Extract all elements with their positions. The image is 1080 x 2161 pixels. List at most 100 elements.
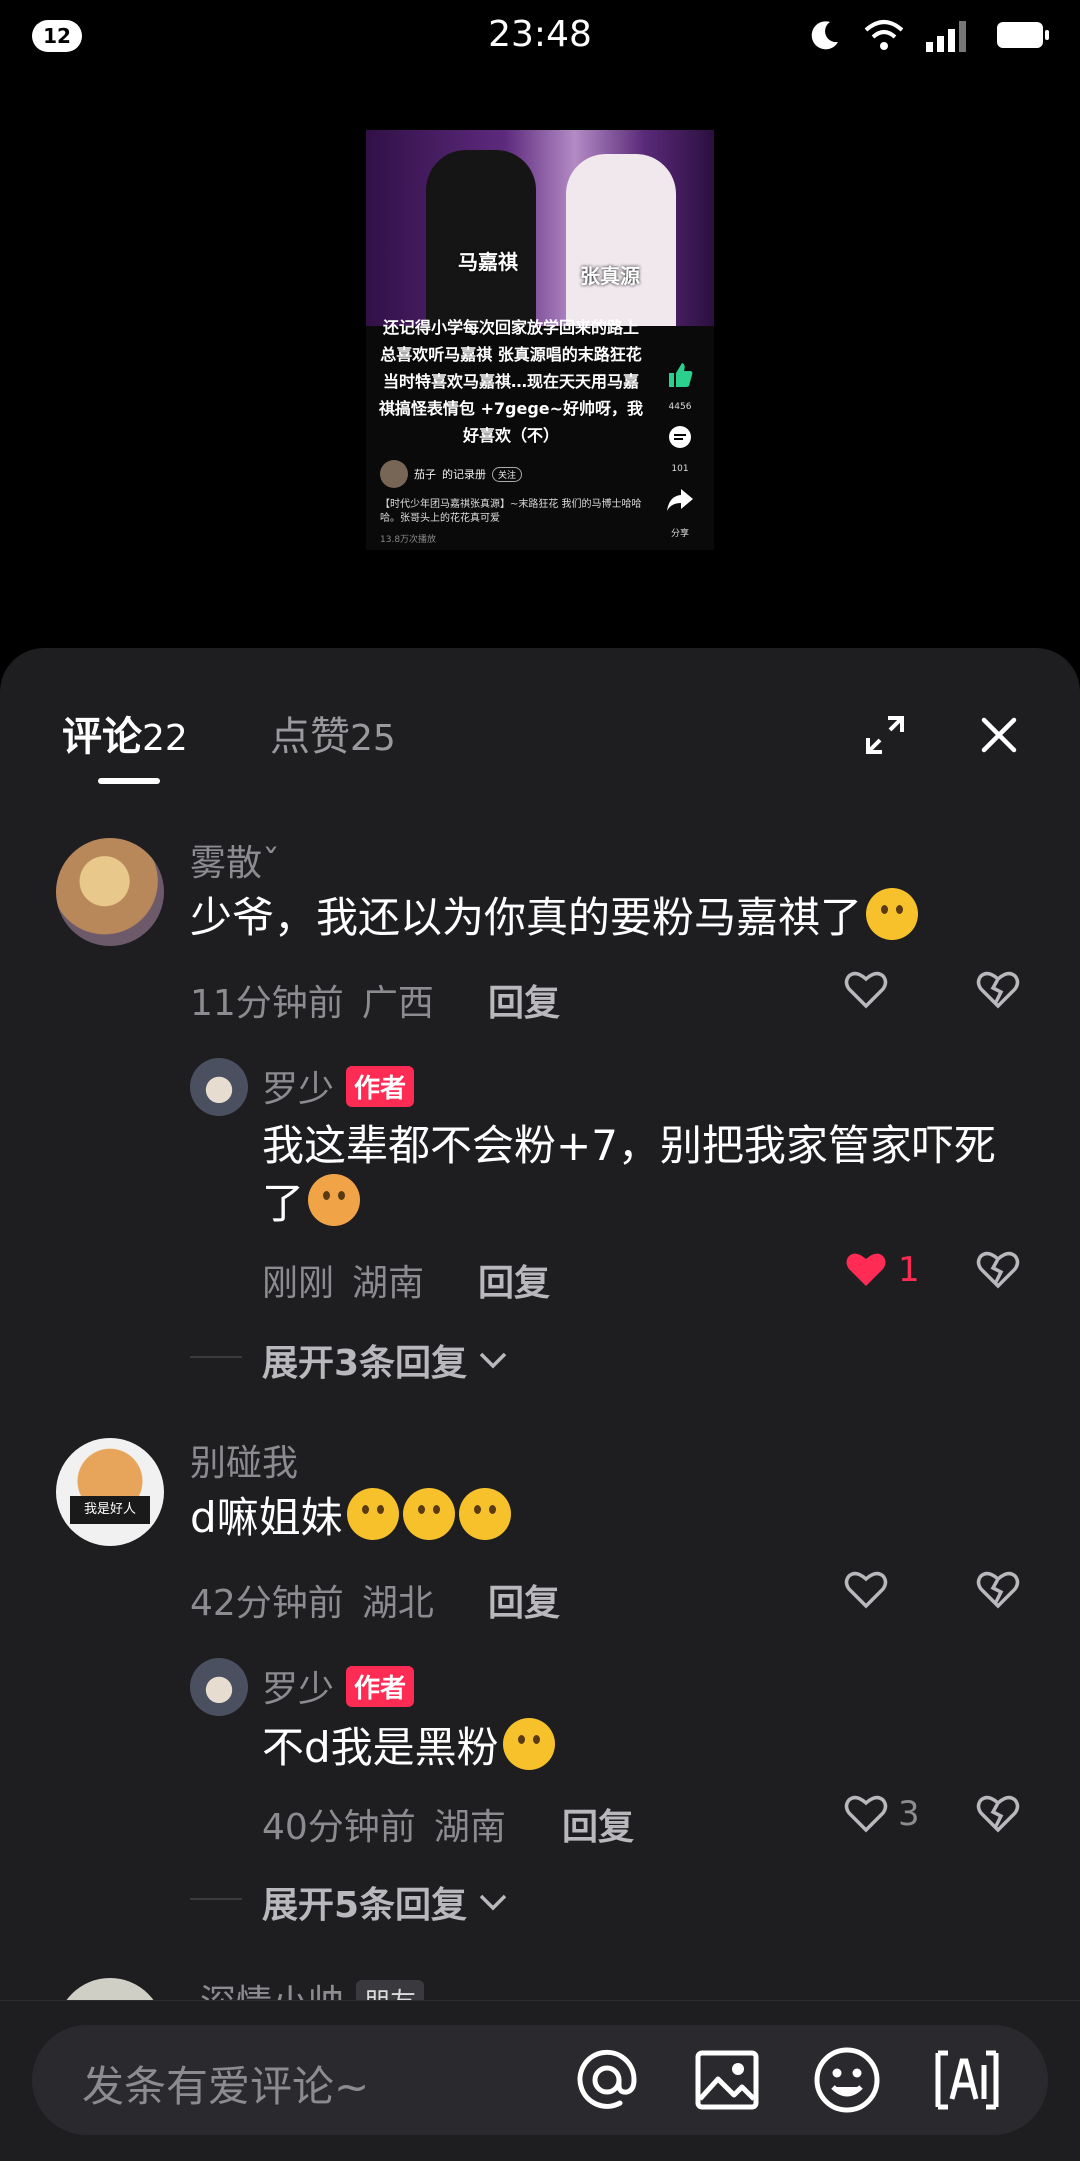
signal-icon [926, 21, 966, 52]
commenter-avatar[interactable] [56, 838, 164, 946]
comment-text-body: 少爷，我还以为你真的要粉马嘉祺了 [190, 893, 863, 942]
like-button[interactable]: 1 [844, 1250, 920, 1290]
commenter-avatar[interactable]: 我是好人 [56, 1438, 164, 1546]
comment-text: 不d我是黑粉 [262, 1718, 555, 1776]
comment-input-placeholder: 发条有爱评论~ [82, 2062, 370, 2111]
like-button[interactable] [844, 970, 888, 1010]
close-icon[interactable] [974, 710, 1024, 760]
comment-text-body: d嘛姐妹 [190, 1493, 343, 1542]
emoji-icon [866, 888, 919, 940]
video-author-name[interactable]: 茄子 [414, 466, 436, 482]
video-preview[interactable]: 马嘉祺 张真源 还记得小学每次回家放学回来的路上总喜欢听马嘉祺 张真源唱的末路狂… [366, 130, 714, 550]
ai-text-icon[interactable] [930, 2043, 1004, 2117]
comment-time: 刚刚 [262, 1263, 335, 1304]
comment-meta: 42分钟前 湖北 [190, 1574, 434, 1626]
tab-comments[interactable]: 评论22 [62, 704, 188, 762]
author-badge: 作者 [346, 1065, 415, 1107]
chevron-down-icon [479, 1352, 507, 1369]
performer-left [426, 150, 536, 326]
eye-roll-emoji-icon [458, 1488, 511, 1540]
name-tag-left: 马嘉祺 [458, 250, 518, 274]
comment-username[interactable]: 罗少 [262, 1660, 334, 1712]
like-button[interactable] [844, 1570, 888, 1610]
expand-replies-label: 展开5条回复 [262, 1885, 468, 1926]
status-bar: 12 23:48 [0, 0, 1080, 70]
comment-username[interactable]: 雾散ˇ [190, 834, 280, 886]
moon-icon [811, 21, 838, 50]
heart-outline-icon [844, 1795, 888, 1833]
like-button[interactable]: 3 [844, 1794, 920, 1834]
expand-replies-label: 展开3条回复 [262, 1343, 468, 1384]
broken-heart-icon[interactable] [976, 1794, 1020, 1834]
performer-right [566, 154, 676, 326]
expand-divider [190, 1898, 242, 1900]
eye-roll-emoji-icon [402, 1488, 455, 1540]
commenter-avatar[interactable] [190, 1058, 248, 1116]
reply-button[interactable]: 回复 [488, 1574, 560, 1626]
comment-text: 少爷，我还以为你真的要粉马嘉祺了 [190, 888, 919, 946]
heart-outline-icon [844, 971, 888, 1009]
heart-filled-icon [846, 1253, 886, 1286]
comment-text: 我这辈都不会粉+7，别把我家管家吓死了 [262, 1118, 1022, 1232]
share-icon[interactable] [665, 486, 695, 514]
commenter-avatar[interactable] [190, 1658, 248, 1716]
heart-outline-icon [844, 1571, 888, 1609]
video-author-suffix: 的记录册 [442, 468, 486, 481]
video-comment-count: 101 [671, 464, 689, 474]
comment-input[interactable]: 发条有爱评论~ [32, 2025, 1048, 2135]
like-count: 3 [898, 1794, 920, 1834]
tab-likes-label: 点赞 [270, 714, 350, 760]
comment-time: 42分钟前 [190, 1583, 344, 1624]
comment-location: 湖北 [361, 1583, 434, 1624]
video-caption: 还记得小学每次回家放学回来的路上总喜欢听马嘉祺 张真源唱的末路狂花当时特喜欢马嘉… [378, 318, 644, 445]
broken-heart-icon[interactable] [976, 970, 1020, 1010]
like-count: 1 [898, 1250, 920, 1290]
tab-comments-label: 评论 [62, 714, 142, 760]
kiss-emoji-icon [346, 1488, 399, 1540]
broken-heart-icon[interactable] [976, 1570, 1020, 1610]
tab-likes[interactable]: 点赞25 [270, 704, 396, 762]
fullscreen-icon[interactable] [860, 710, 910, 760]
reply-button[interactable]: 回复 [478, 1254, 550, 1306]
video-description: 【时代少年团马嘉祺张真源】~末路狂花 我们的马博士哈哈哈。张哥头上的花花真可爱 [380, 499, 642, 524]
comment-time: 40分钟前 [262, 1807, 416, 1848]
name-tag-right: 张真源 [580, 264, 640, 288]
comment-location: 湖南 [352, 1263, 425, 1304]
battery-icon [997, 22, 1049, 48]
emoji-picker-icon[interactable] [810, 2043, 884, 2117]
comment-text-body: 不d我是黑粉 [262, 1723, 499, 1772]
expand-replies-button[interactable]: 展开5条回复 [262, 1876, 509, 1928]
expand-divider [190, 1356, 242, 1358]
comment-location: 湖南 [433, 1807, 506, 1848]
comment-meta: 40分钟前 湖南 [262, 1798, 506, 1850]
image-icon[interactable] [690, 2043, 764, 2117]
comment-meta: 刚刚 湖南 [262, 1254, 424, 1306]
video-author-avatar[interactable] [380, 460, 408, 488]
status-icons [808, 18, 1050, 52]
reply-button[interactable]: 回复 [562, 1798, 634, 1850]
video-views: 13.8万次播放 [380, 535, 437, 545]
follow-button[interactable]: 关注 [492, 466, 523, 482]
video-share-label: 分享 [670, 529, 689, 539]
comment-time: 11分钟前 [190, 983, 344, 1024]
comment-input-bar: 发条有爱评论~ [0, 2000, 1080, 2161]
expand-replies-button[interactable]: 展开3条回复 [262, 1334, 509, 1386]
comment-username[interactable]: 罗少 [262, 1060, 334, 1112]
video-author-row: 茄子 的记录册 关注 [380, 460, 523, 488]
at-mention-icon[interactable] [570, 2043, 644, 2117]
author-badge: 作者 [346, 1665, 415, 1707]
avatar-sign-text: 我是好人 [70, 1496, 150, 1524]
thumbs-up-icon[interactable] [665, 360, 695, 390]
wifi-icon [864, 20, 904, 50]
comment-meta: 11分钟前 广西 [190, 974, 434, 1026]
reply-button[interactable]: 回复 [488, 974, 560, 1026]
video-frame: 马嘉祺 张真源 [366, 130, 714, 326]
comment-username[interactable]: 别碰我 [190, 1434, 298, 1486]
broken-heart-icon[interactable] [976, 1250, 1020, 1290]
comment-username-row: 罗少 作者 [262, 1060, 415, 1112]
comment-text-body: 我这辈都不会粉+7，别把我家管家吓死了 [262, 1121, 996, 1228]
doge-emoji-icon [308, 1174, 361, 1226]
comment-text: d嘛姐妹 [190, 1488, 511, 1546]
comment-bubble-icon[interactable] [666, 424, 694, 452]
comment-sheet: 评论22 点赞25 雾散ˇ 少爷，我还以为你真的要粉马嘉祺了 11分钟前 广西 … [0, 648, 1080, 2160]
